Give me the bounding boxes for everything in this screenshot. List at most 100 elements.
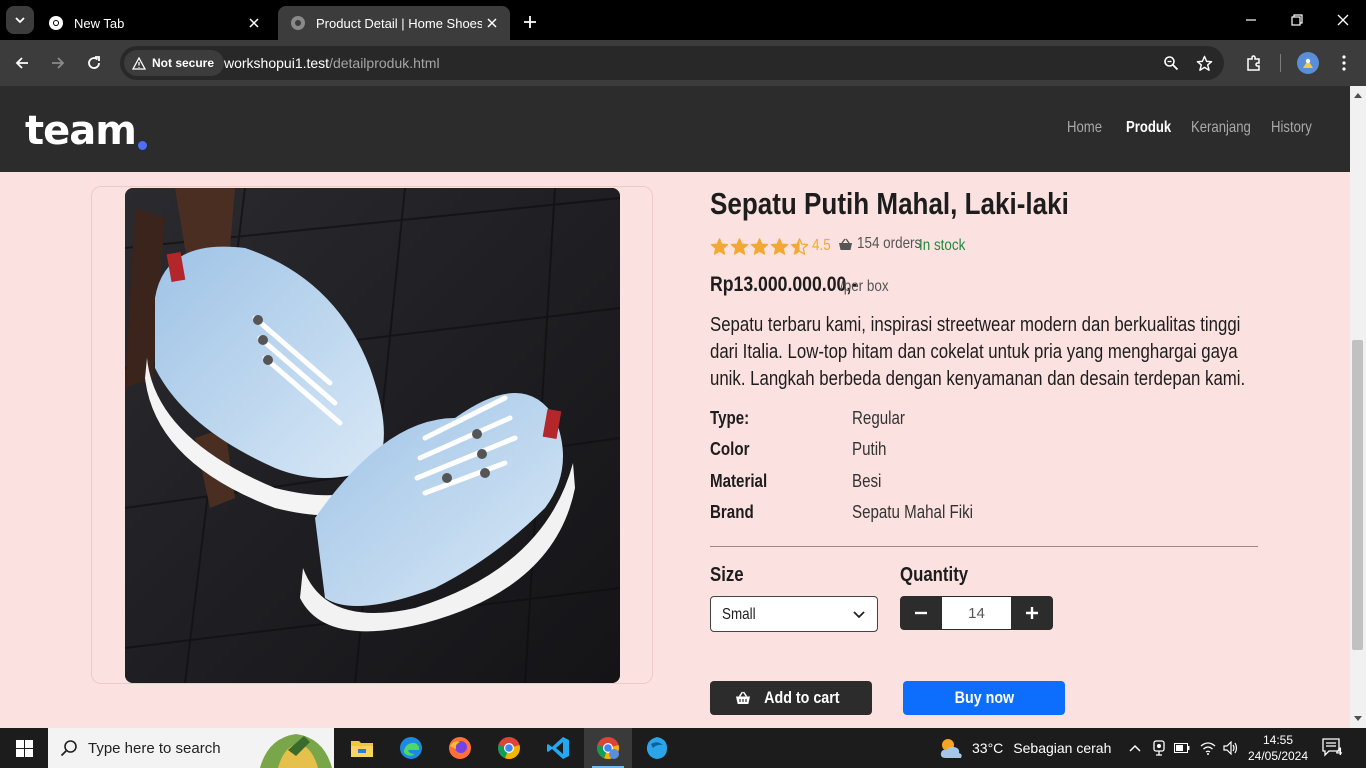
add-to-cart-button[interactable]: Add to cart — [710, 681, 872, 715]
edge-icon — [400, 737, 422, 759]
spec-key-material: Material — [710, 471, 768, 491]
back-button[interactable] — [8, 49, 36, 77]
vscode-icon — [547, 737, 569, 759]
taskbar-chrome[interactable] — [485, 728, 533, 768]
close-tab-icon[interactable] — [482, 13, 502, 33]
folder-icon — [351, 741, 373, 757]
tray-battery[interactable] — [1172, 738, 1192, 758]
notification-center-button[interactable]: 4 — [1322, 738, 1344, 763]
start-button[interactable] — [0, 728, 48, 768]
spec-key-color: Color — [710, 439, 750, 459]
buy-now-button[interactable]: Buy now — [903, 681, 1065, 715]
star-full-icon — [710, 237, 729, 255]
browser-toolbar: Not secure workshopui1.test/detailproduk… — [0, 40, 1366, 86]
weather-temp: 33°C — [972, 740, 1004, 756]
quantity-stepper: 14 — [900, 596, 1053, 630]
url-path: /detailproduk.html — [329, 55, 440, 71]
reload-button[interactable] — [80, 49, 108, 77]
more-vertical-icon — [1342, 55, 1346, 71]
zoom-icon[interactable] — [1159, 51, 1183, 75]
nav-home[interactable]: Home — [1067, 119, 1102, 137]
spec-value-material: Besi — [852, 471, 882, 491]
tray-network[interactable] — [1198, 738, 1218, 758]
url-text[interactable]: workshopui1.test/detailproduk.html — [224, 55, 440, 71]
notification-count: 4 — [1336, 746, 1343, 758]
clock-time: 14:55 — [1262, 733, 1294, 747]
quantity-input[interactable]: 14 — [942, 596, 1011, 630]
taskbar-firefox[interactable] — [436, 728, 484, 768]
taskbar-edge[interactable] — [387, 728, 435, 768]
tray-volume[interactable] — [1221, 738, 1241, 758]
speaker-icon — [1223, 741, 1238, 755]
product-title: Sepatu Putih Mahal, Laki-laki — [710, 186, 1069, 221]
nav-history[interactable]: History — [1271, 119, 1312, 137]
increase-quantity-button[interactable] — [1011, 596, 1053, 630]
warning-icon — [132, 56, 146, 70]
chrome-icon — [498, 737, 520, 760]
security-chip[interactable]: Not secure — [124, 50, 225, 76]
basket-icon — [736, 691, 751, 704]
avatar — [1297, 52, 1319, 74]
arrow-right-icon — [52, 57, 65, 69]
nav-keranjang[interactable]: Keranjang — [1191, 119, 1251, 137]
close-window-button[interactable] — [1329, 6, 1357, 34]
url-host: workshopui1.test — [224, 55, 330, 71]
bookmark-star-icon[interactable] — [1192, 51, 1216, 75]
address-bar[interactable]: Not secure workshopui1.test/detailproduk… — [120, 46, 1224, 80]
reload-icon — [88, 56, 100, 69]
browser-menu-button[interactable] — [1330, 49, 1358, 77]
system-clock[interactable]: 14:55 24/05/2024 — [1246, 732, 1310, 764]
tab-new-tab[interactable]: New Tab — [36, 6, 272, 40]
page-scrollbar[interactable] — [1350, 86, 1366, 728]
tab-search-button[interactable] — [6, 6, 34, 34]
taskbar-chrome-profile[interactable] — [584, 728, 632, 768]
firefox-icon — [449, 737, 471, 759]
tab-product-detail[interactable]: Product Detail | Home Shoes — [278, 6, 510, 40]
chevron-up-icon — [1129, 744, 1141, 752]
tab-title: New Tab — [74, 15, 125, 31]
toolbar-separator — [1280, 54, 1281, 72]
plus-icon — [1026, 607, 1038, 619]
battery-icon — [1174, 743, 1190, 753]
scroll-down-icon[interactable] — [1353, 714, 1363, 724]
size-selected-value: Small — [722, 606, 756, 623]
app-icon — [646, 737, 667, 759]
basket-icon — [839, 238, 852, 250]
clock-date: 24/05/2024 — [1247, 749, 1309, 763]
forward-button[interactable] — [44, 49, 72, 77]
tab-title: Product Detail | Home Shoes — [316, 15, 482, 31]
windows-taskbar: Type here to search 33°C Sebagian cerah — [0, 728, 1366, 768]
nav-produk[interactable]: Produk — [1126, 119, 1171, 137]
product-image[interactable] — [125, 188, 620, 683]
chevron-down-icon — [15, 17, 25, 24]
extensions-button[interactable] — [1240, 49, 1268, 77]
product-description: Sepatu terbaru kami, inspirasi streetwea… — [710, 314, 1246, 390]
windows-logo-icon — [15, 739, 33, 757]
restore-button[interactable] — [1283, 6, 1311, 34]
site-logo[interactable]: team — [25, 108, 137, 154]
chrome-icon — [48, 15, 64, 31]
taskbar-search-box[interactable]: Type here to search — [48, 728, 334, 768]
new-tab-button[interactable] — [518, 10, 542, 34]
tray-meet-now[interactable] — [1149, 738, 1169, 758]
weather-widget[interactable]: 33°C Sebagian cerah — [938, 736, 1111, 760]
spec-value-type: Regular — [852, 408, 905, 428]
spec-value-brand: Sepatu Mahal Fiki — [852, 502, 974, 522]
buy-now-label: Buy now — [954, 688, 1014, 707]
scroll-thumb[interactable] — [1352, 340, 1363, 650]
add-to-cart-label: Add to cart — [764, 688, 840, 707]
browser-tab-bar: New Tab Product Detail | Home Shoes — [0, 0, 1366, 40]
search-icon — [60, 740, 77, 757]
profile-button[interactable] — [1294, 49, 1322, 77]
taskbar-file-explorer[interactable] — [338, 728, 386, 768]
scroll-up-icon[interactable] — [1353, 90, 1363, 100]
decrease-quantity-button[interactable] — [900, 596, 942, 630]
logo-dot — [138, 141, 147, 150]
taskbar-app[interactable] — [633, 728, 681, 768]
show-hidden-icons[interactable] — [1125, 738, 1145, 758]
taskbar-vscode[interactable] — [534, 728, 582, 768]
size-select[interactable]: Small — [710, 596, 878, 632]
webcam-icon — [1153, 740, 1165, 756]
close-tab-icon[interactable] — [244, 13, 264, 33]
minimize-button[interactable] — [1237, 6, 1265, 34]
